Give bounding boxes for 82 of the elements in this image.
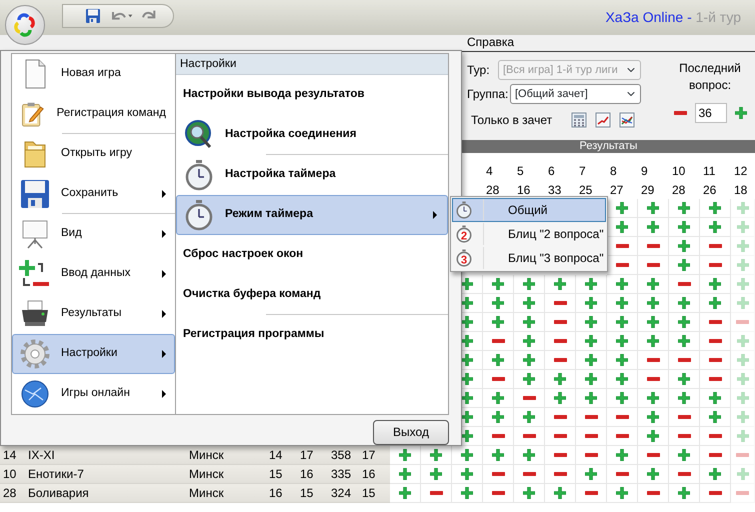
table-cell: IX-XI xyxy=(25,446,186,465)
table-cell: 324 xyxy=(328,484,359,503)
stopwatch-icon: 2 xyxy=(455,225,473,243)
menu-item[interactable]: Вид xyxy=(12,214,175,254)
menu-item[interactable]: Справка xyxy=(467,35,514,51)
column-header: 9 xyxy=(640,162,649,180)
table-cell: 16 xyxy=(297,465,328,484)
column-header: 11 xyxy=(702,162,716,180)
stopwatch-icon xyxy=(183,159,215,191)
menu-item[interactable]: Настройки вывода результатов xyxy=(176,75,448,115)
column-count: 26 xyxy=(702,182,718,199)
field-label: Последний вопрос: xyxy=(678,60,742,94)
field-label: Группа: xyxy=(467,86,510,102)
stopwatch-icon xyxy=(455,201,473,219)
table-cell: 14 xyxy=(0,446,25,465)
stopwatch-icon xyxy=(183,199,215,231)
table-cell: 17 xyxy=(359,446,390,465)
line-chart-icon[interactable] xyxy=(595,112,611,128)
table-cell: 14 xyxy=(266,446,297,465)
exit-button[interactable]: Выход xyxy=(373,420,449,445)
column-header: 6 xyxy=(547,162,556,180)
save-icon[interactable] xyxy=(85,8,101,24)
table-cell: 358 xyxy=(328,446,359,465)
table-cell: 28 xyxy=(0,484,25,503)
field-label: Только в зачет xyxy=(470,112,554,128)
menu-item[interactable]: Настройка таймера xyxy=(176,155,448,195)
menu-item[interactable]: Настройка соединения xyxy=(176,115,448,155)
menu-item[interactable]: Очистка буфера команд xyxy=(176,275,448,315)
table-cell: 16 xyxy=(266,484,297,503)
chart-icon[interactable] xyxy=(619,112,635,128)
calculator-icon[interactable] xyxy=(571,112,587,128)
table-cell: 15 xyxy=(359,484,390,503)
group-select[interactable]: [Общий зачет] xyxy=(510,84,641,104)
column-count: 25 xyxy=(578,182,594,199)
menu-item[interactable]: Регистрация команд xyxy=(12,94,175,134)
table-cell: 15 xyxy=(266,465,297,484)
menu-item[interactable]: Ввод данных xyxy=(12,254,175,294)
table-cell: Минск xyxy=(186,484,266,503)
table-cell: 17 xyxy=(297,446,328,465)
column-count: 28 xyxy=(485,182,500,199)
column-count: 33 xyxy=(547,182,562,199)
table-cell: 15 xyxy=(297,484,328,503)
globe-icon xyxy=(19,378,51,410)
stopwatch-icon: 3 xyxy=(455,249,473,267)
window-title: ХаЗа Online - 1-й тур xyxy=(605,9,742,26)
menu-item[interactable]: Настройки xyxy=(12,334,175,374)
menu-item[interactable]: Результаты xyxy=(12,294,175,334)
gear-icon xyxy=(19,338,51,370)
menu-item[interactable]: Игры онлайн xyxy=(12,374,175,414)
field-label: Тур: xyxy=(467,62,491,78)
table-cell: Боливария xyxy=(25,484,186,503)
table-cell: Минск xyxy=(186,465,266,484)
table-cell: Енотики-7 xyxy=(25,465,186,484)
column-header: 5 xyxy=(516,162,525,180)
menu-item[interactable]: Общий xyxy=(452,198,606,222)
column-count: 16 xyxy=(516,182,532,199)
column-count: 29 xyxy=(640,182,656,199)
section-title: Результаты xyxy=(462,140,755,153)
column-header: 12 xyxy=(733,162,748,180)
menu-item[interactable]: Регистрация программы xyxy=(176,315,448,355)
column-header: 4 xyxy=(485,162,494,180)
column-header: 10 xyxy=(671,162,686,180)
question-number-field[interactable]: 36 xyxy=(694,102,726,123)
menu-item[interactable]: Открыть игру xyxy=(12,134,175,174)
column-count: 28 xyxy=(671,182,686,199)
minus-icon[interactable] xyxy=(674,110,686,115)
menu-item[interactable]: 3 Блиц "3 вопроса" xyxy=(452,246,606,270)
column-count: 27 xyxy=(609,182,624,199)
menu-item[interactable]: Режим таймера xyxy=(176,195,448,235)
menu-item[interactable]: 2 Блиц "2 вопроса" xyxy=(452,222,606,246)
table-cell: 335 xyxy=(328,465,359,484)
menu-item[interactable]: Новая игра xyxy=(12,54,175,94)
menu-item[interactable]: Сброс настроек окон xyxy=(176,235,448,275)
table-cell: 16 xyxy=(359,465,390,484)
column-count: 18 xyxy=(733,182,748,199)
table-cell: 10 xyxy=(0,465,25,484)
column-header: 7 xyxy=(578,162,587,180)
pane-title: Настройки xyxy=(176,54,448,75)
column-header: 8 xyxy=(609,162,618,180)
plus-icon[interactable] xyxy=(734,106,746,119)
table-cell: Минск xyxy=(186,446,266,465)
menu-item[interactable]: Сохранить xyxy=(12,174,175,214)
